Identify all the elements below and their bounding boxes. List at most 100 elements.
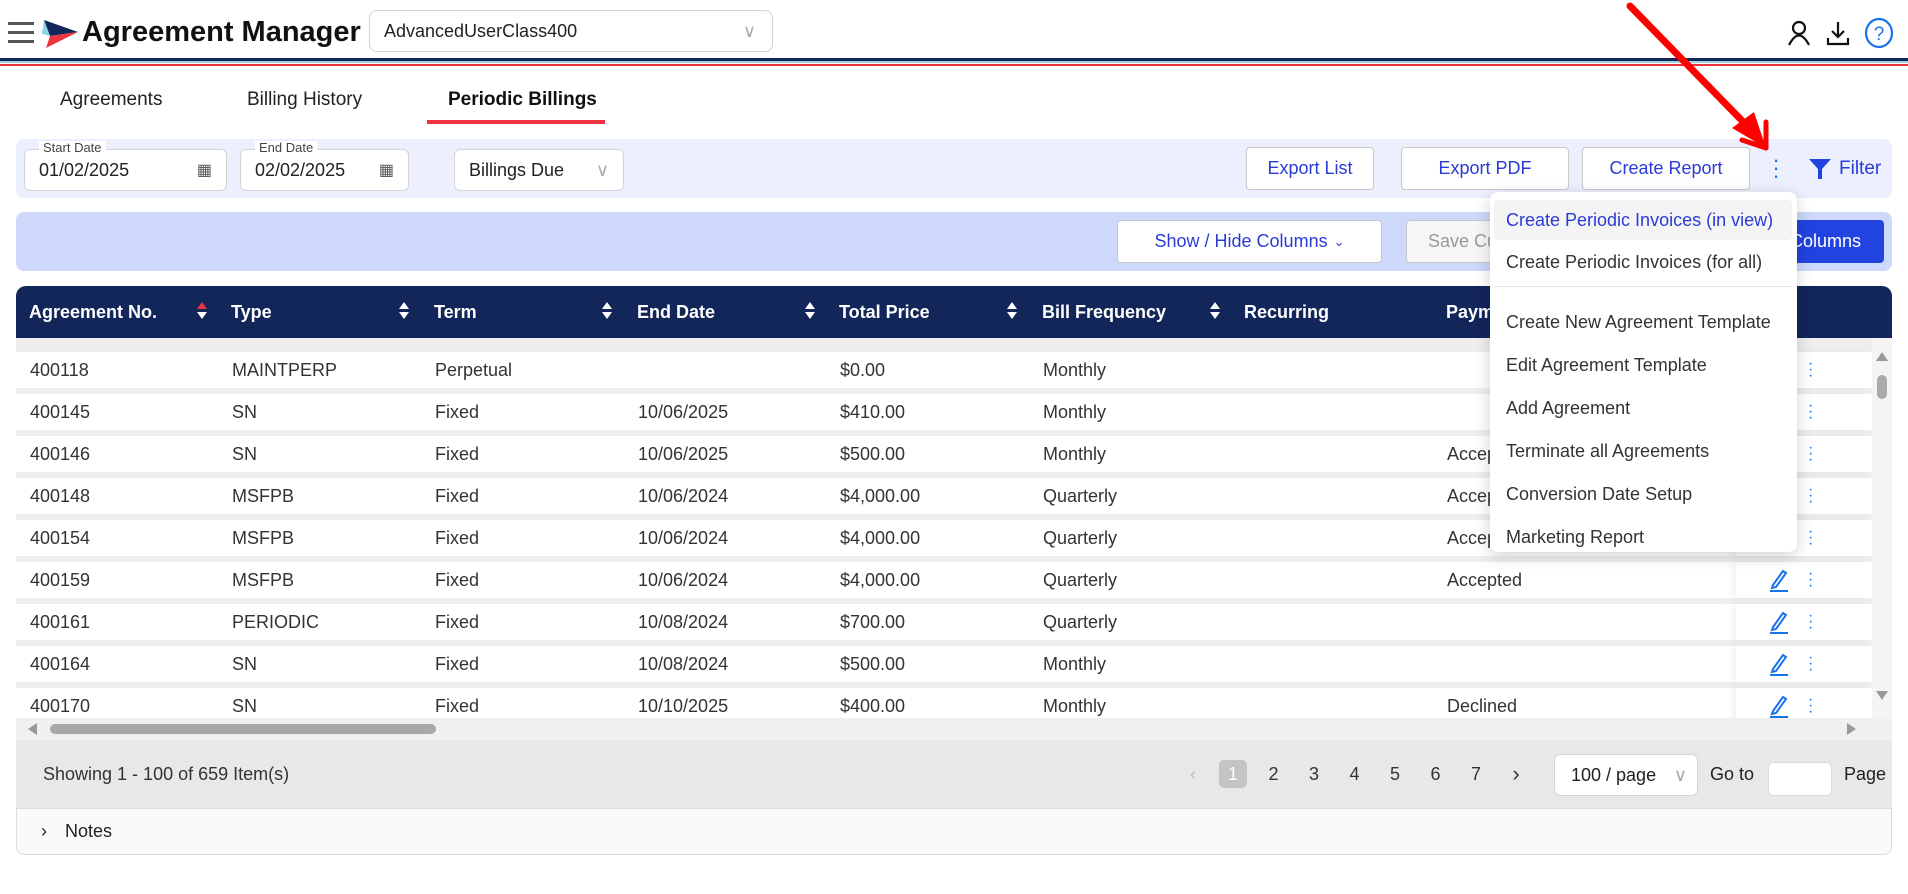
- help-icon[interactable]: ?: [1864, 17, 1894, 49]
- page-size-select[interactable]: 100 / page ∨: [1554, 754, 1698, 796]
- menu-item[interactable]: Add Agreement: [1494, 388, 1792, 428]
- end-date-input[interactable]: End Date 02/02/2025 ▦: [240, 141, 409, 191]
- table-cell: $0.00: [840, 359, 886, 380]
- table-cell: Fixed: [435, 527, 480, 548]
- table-cell: 10/08/2024: [638, 653, 729, 674]
- row-more-icon[interactable]: · · ·: [1808, 566, 1813, 594]
- billing-type-select[interactable]: Billings Due ∨: [454, 149, 624, 191]
- start-date-label: Start Date: [39, 141, 106, 155]
- edit-icon[interactable]: [1768, 568, 1790, 592]
- page-button-5[interactable]: 5: [1381, 760, 1409, 788]
- table-cell: Quarterly: [1043, 611, 1118, 632]
- column-header-0[interactable]: Agreement No.: [29, 286, 157, 338]
- calendar-icon[interactable]: ▦: [379, 160, 394, 180]
- menu-item[interactable]: Terminate all Agreements: [1494, 431, 1792, 471]
- menu-item[interactable]: Create Periodic Invoices (in view): [1494, 200, 1792, 240]
- menu-item[interactable]: Create New Agreement Template: [1494, 302, 1792, 342]
- pagination-bar: Showing 1 - 100 of 659 Item(s) ‹ 1234567…: [16, 740, 1892, 808]
- goto-page-input[interactable]: [1768, 762, 1832, 796]
- menu-item[interactable]: Create Periodic Invoices (for all): [1494, 242, 1792, 282]
- scroll-up-arrow[interactable]: [1876, 352, 1888, 361]
- export-pdf-button[interactable]: Export PDF: [1401, 147, 1569, 190]
- table-cell: $410.00: [840, 401, 906, 422]
- tab-periodic-billings[interactable]: Periodic Billings: [448, 89, 597, 111]
- menu-icon[interactable]: [8, 20, 34, 44]
- edit-icon[interactable]: [1768, 694, 1790, 718]
- scroll-down-arrow[interactable]: [1876, 691, 1888, 700]
- row-more-icon[interactable]: · · ·: [1808, 398, 1813, 426]
- start-date-input[interactable]: Start Date 01/02/2025 ▦: [24, 141, 227, 191]
- app-title: Agreement Manager: [82, 16, 361, 48]
- tab-billing-history[interactable]: Billing History: [247, 89, 362, 111]
- row-actions: · · ·: [1736, 646, 1872, 682]
- column-header-7[interactable]: Paym: [1446, 286, 1494, 338]
- row-more-icon[interactable]: · · ·: [1808, 482, 1813, 510]
- column-header-6[interactable]: Recurring: [1244, 286, 1329, 338]
- table-row[interactable]: 400159 MSFPB Fixed 10/06/2024 $4,000.00 Quart…: [16, 562, 1872, 598]
- filter-button[interactable]: Filter: [1839, 158, 1881, 180]
- page-button-1[interactable]: 1: [1219, 760, 1247, 788]
- user-icon[interactable]: [1786, 20, 1812, 46]
- row-more-icon[interactable]: · · ·: [1808, 608, 1813, 636]
- table-row[interactable]: 400161 PERIODIC Fixed 10/08/2024 $700.00 Quar…: [16, 604, 1872, 640]
- table-row[interactable]: 400164 SN Fixed 10/08/2024 $500.00 Monthly · · ·: [16, 646, 1872, 682]
- export-list-button[interactable]: Export List: [1246, 147, 1374, 190]
- page-button-2[interactable]: 2: [1260, 760, 1288, 788]
- menu-item[interactable]: Edit Agreement Template: [1494, 345, 1792, 385]
- tab-agreements[interactable]: Agreements: [60, 89, 162, 111]
- row-more-icon[interactable]: · · ·: [1808, 650, 1813, 678]
- column-header-5[interactable]: Bill Frequency: [1042, 286, 1166, 338]
- table-cell: SN: [232, 443, 258, 464]
- company-select[interactable]: AdvancedUserClass400 ∨: [369, 10, 773, 52]
- vertical-scrollbar[interactable]: [1872, 338, 1892, 726]
- filter-icon[interactable]: [1809, 158, 1831, 180]
- columns-label: Columns: [1789, 231, 1861, 251]
- scrollbar-thumb[interactable]: [50, 724, 436, 734]
- save-columns-label: Save Cu: [1428, 231, 1498, 251]
- table-cell: SN: [232, 653, 258, 674]
- table-cell: Fixed: [435, 401, 480, 422]
- show-hide-columns-button[interactable]: Show / Hide Columns ⌄: [1117, 220, 1382, 263]
- column-header-4[interactable]: Total Price: [839, 286, 930, 338]
- scroll-right-arrow[interactable]: [1847, 723, 1856, 735]
- page-button-7[interactable]: 7: [1462, 760, 1490, 788]
- row-more-icon[interactable]: · · ·: [1808, 524, 1813, 552]
- sort-icon[interactable]: [399, 302, 409, 322]
- sort-icon[interactable]: [197, 302, 207, 322]
- download-icon[interactable]: [1826, 20, 1850, 46]
- sort-icon[interactable]: [805, 302, 815, 322]
- row-more-icon[interactable]: · · ·: [1808, 692, 1813, 720]
- sort-icon[interactable]: [1210, 302, 1220, 322]
- table-cell: Accepted: [1447, 569, 1523, 590]
- table-cell: $4,000.00: [840, 527, 921, 548]
- column-header-1[interactable]: Type: [231, 286, 272, 338]
- edit-icon[interactable]: [1768, 610, 1790, 634]
- row-more-icon[interactable]: · · ·: [1808, 356, 1813, 384]
- table-cell: $4,000.00: [840, 485, 921, 506]
- menu-item[interactable]: Conversion Date Setup: [1494, 474, 1792, 514]
- table-cell: Quarterly: [1043, 569, 1118, 590]
- table-cell: 400148: [30, 485, 91, 506]
- menu-item[interactable]: Marketing Report: [1494, 517, 1792, 557]
- show-hide-columns-label: Show / Hide Columns: [1154, 231, 1328, 251]
- pagination-summary: Showing 1 - 100 of 659 Item(s): [43, 764, 290, 784]
- scroll-left-arrow[interactable]: [28, 723, 37, 735]
- page-button-6[interactable]: 6: [1422, 760, 1450, 788]
- sort-icon[interactable]: [1007, 302, 1017, 322]
- prev-page-button[interactable]: ‹: [1179, 760, 1207, 788]
- calendar-icon[interactable]: ▦: [197, 160, 212, 180]
- chevron-down-icon: ∨: [742, 20, 756, 41]
- row-more-icon[interactable]: · · ·: [1808, 440, 1813, 468]
- next-page-button[interactable]: ›: [1502, 760, 1530, 788]
- column-header-3[interactable]: End Date: [637, 286, 715, 338]
- page-button-3[interactable]: 3: [1300, 760, 1328, 788]
- chevron-down-icon: ∨: [1673, 764, 1687, 785]
- page-button-4[interactable]: 4: [1341, 760, 1369, 788]
- scrollbar-thumb[interactable]: [1877, 375, 1887, 399]
- sort-icon[interactable]: [602, 302, 612, 322]
- horizontal-scrollbar[interactable]: [16, 718, 1892, 740]
- notes-section[interactable]: › Notes: [16, 808, 1892, 855]
- table-cell: SN: [232, 401, 258, 422]
- column-header-2[interactable]: Term: [434, 286, 477, 338]
- edit-icon[interactable]: [1768, 652, 1790, 676]
